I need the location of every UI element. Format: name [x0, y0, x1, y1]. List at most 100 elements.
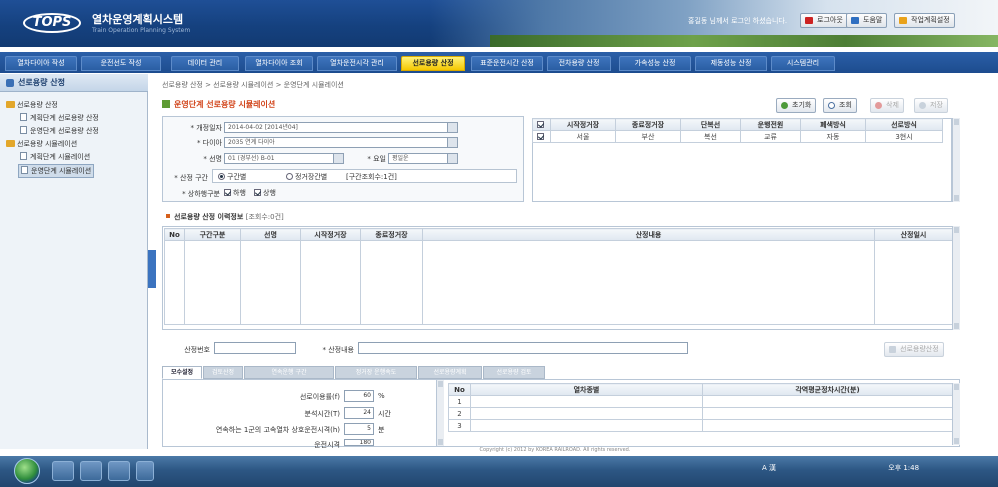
- reset-button[interactable]: 초기화: [776, 98, 817, 113]
- section-grid-scrollbar[interactable]: [952, 118, 960, 202]
- document-icon: [20, 152, 27, 160]
- checkbox-icon: [537, 120, 544, 128]
- table-header-row: No 구간구분 선명 시작정거장 종료정거장 산정내용 산정일시: [164, 228, 953, 241]
- taskbar-media-icon[interactable]: [80, 461, 102, 481]
- train-table-scrollbar[interactable]: [952, 383, 960, 445]
- sidebar-item-simulation[interactable]: 선로용량 시뮬레이션: [6, 139, 77, 149]
- history-title: 선로용량 산정 이력정보 [조회수:0건]: [166, 212, 284, 222]
- param-input[interactable]: 24: [344, 407, 374, 419]
- delete-icon: [875, 102, 882, 109]
- param-input[interactable]: 60: [344, 390, 374, 402]
- history-count: [조회수:0건]: [245, 213, 284, 221]
- sidebar-item-op-sim[interactable]: 운영단계 시뮬레이션: [18, 164, 95, 178]
- help-button[interactable]: 도움말: [846, 13, 888, 28]
- tab-brake[interactable]: 제동성능 산정: [695, 56, 767, 71]
- train-table: No 열차종별 각역평균정차시간(분) 1 2 3: [448, 383, 953, 432]
- col-header: 산정내용: [422, 228, 875, 241]
- sidebar-item-op-capacity[interactable]: 운영단계 선로용량 산정: [20, 126, 99, 136]
- search-button[interactable]: 조회: [823, 98, 857, 113]
- param-unit: 분: [378, 426, 385, 434]
- tab-dia-query[interactable]: 열차다이아 조회: [245, 56, 313, 71]
- search-label: 조회: [839, 101, 852, 109]
- day-select[interactable]: 평일운: [388, 153, 458, 164]
- empty-row: [164, 240, 953, 325]
- tab-power[interactable]: 전차용량 산정: [547, 56, 611, 71]
- col-header: 열차종별: [470, 383, 703, 396]
- param-input[interactable]: 180: [344, 439, 374, 446]
- up-checkbox[interactable]: 상행: [254, 188, 276, 198]
- copyright-footer: Copyright (c) 2012 by KOREA RAILROAD. Al…: [479, 447, 631, 453]
- row-number: 1: [448, 395, 471, 408]
- calc-content-label: * 산정내용: [322, 346, 355, 354]
- schedule-button[interactable]: 작업계획설정: [894, 13, 955, 28]
- subtab-capacity-plan[interactable]: 선로용량계획: [418, 366, 482, 379]
- save-button[interactable]: 저장: [914, 98, 948, 113]
- search-icon: [828, 102, 835, 109]
- document-icon: [21, 166, 28, 174]
- delete-button[interactable]: 삭제: [870, 98, 904, 113]
- ime-indicator[interactable]: A 漢: [762, 464, 776, 472]
- select-all-checkbox[interactable]: [532, 118, 551, 131]
- subtab-params[interactable]: 모수설정: [162, 366, 202, 379]
- param-unit: %: [378, 392, 385, 400]
- radio-section[interactable]: 구간별: [218, 172, 246, 182]
- dia-select[interactable]: 2035 연계 다이아: [224, 137, 458, 148]
- history-scrollbar[interactable]: [952, 226, 960, 330]
- subtab-station-speed[interactable]: 정거장 운행속도: [335, 366, 417, 379]
- tab-system[interactable]: 시스템관리: [771, 56, 835, 71]
- user-info: 홍길동 님께서 로그인 하셨습니다.: [688, 17, 788, 25]
- table-row[interactable]: 3: [448, 419, 953, 432]
- calc-capacity-button[interactable]: 선로용량산정: [884, 342, 944, 357]
- sidebar-item-plan-sim[interactable]: 계획단계 시뮬레이션: [20, 152, 90, 162]
- params-scrollbar[interactable]: [436, 380, 444, 446]
- section-count-note: [구간조회수:1건]: [346, 173, 397, 181]
- checkbox-icon: [254, 189, 261, 196]
- logout-button[interactable]: 로그아웃: [800, 13, 848, 28]
- table-row[interactable]: 1: [448, 395, 953, 408]
- param-input[interactable]: 5: [344, 423, 374, 435]
- table-row[interactable]: 서울 부산 복선 교류 자동 3현시: [532, 130, 943, 143]
- param-unit: 시간: [378, 410, 391, 418]
- subtab-review[interactable]: 검토산정: [203, 366, 243, 379]
- subtab-continuous[interactable]: 연속운행 구간: [244, 366, 334, 379]
- taskbar-window-icon[interactable]: [108, 461, 130, 481]
- col-header: 종료정거장: [615, 118, 681, 131]
- start-button[interactable]: [14, 458, 40, 484]
- row-number: 2: [448, 407, 471, 420]
- tab-run-curve[interactable]: 운전선도 작성: [81, 56, 161, 71]
- schedule-icon: [899, 17, 907, 24]
- logout-label: 로그아웃: [817, 16, 843, 24]
- taskbar-app-icon[interactable]: [136, 461, 154, 481]
- subtab-capacity-review[interactable]: 선로용량 검토: [483, 366, 545, 379]
- tab-data[interactable]: 데이터 관리: [171, 56, 239, 71]
- calc-number-label: 산정번호: [184, 346, 210, 354]
- sidebar-collapse-handle[interactable]: [148, 250, 156, 288]
- table-row[interactable]: 2: [448, 407, 953, 420]
- folder-icon: [6, 140, 15, 147]
- sidebar-item-capacity[interactable]: 선로용량 산정: [6, 100, 58, 110]
- radio-station[interactable]: 정거장간별: [286, 172, 327, 182]
- tab-capacity[interactable]: 선로용량 산정: [401, 56, 465, 71]
- col-header: 선명: [240, 228, 301, 241]
- breadcrumb: 선로용량 산정 > 선로용량 시뮬레이션 > 운영단계 시뮬레이션: [162, 81, 344, 89]
- tab-accel[interactable]: 가속성능 산정: [619, 56, 691, 71]
- help-label: 도움말: [863, 16, 883, 24]
- tab-std-time[interactable]: 표준운전시간 산정: [471, 56, 543, 71]
- down-checkbox[interactable]: 하행: [224, 188, 246, 198]
- taskbar-explorer-icon[interactable]: [52, 461, 74, 481]
- tab-train-dia[interactable]: 열차다이아 작성: [5, 56, 77, 71]
- table-cell: 복선: [680, 130, 741, 143]
- folder-icon: [6, 101, 15, 108]
- save-label: 저장: [930, 101, 943, 109]
- line-select[interactable]: 01 (경부선) B-01: [224, 153, 344, 164]
- plan-date-select[interactable]: 2014-04-02 [2014년04]: [224, 122, 458, 133]
- calc-number-input[interactable]: [214, 342, 296, 354]
- section-table: 시작정거장 종료정거장 단복선 운행전원 폐색방식 선로방식 서울 부산 복선 …: [532, 118, 943, 143]
- logout-icon: [805, 17, 813, 24]
- calc-content-input[interactable]: [358, 342, 688, 354]
- row-checkbox[interactable]: [532, 130, 551, 143]
- sidebar-item-plan-capacity[interactable]: 계획단계 선로용량 산정: [20, 113, 99, 123]
- tab-run-time[interactable]: 열차운전시각 관리: [317, 56, 397, 71]
- radio-dot-icon: [218, 173, 225, 180]
- radio-section-label: 구간별: [227, 173, 247, 181]
